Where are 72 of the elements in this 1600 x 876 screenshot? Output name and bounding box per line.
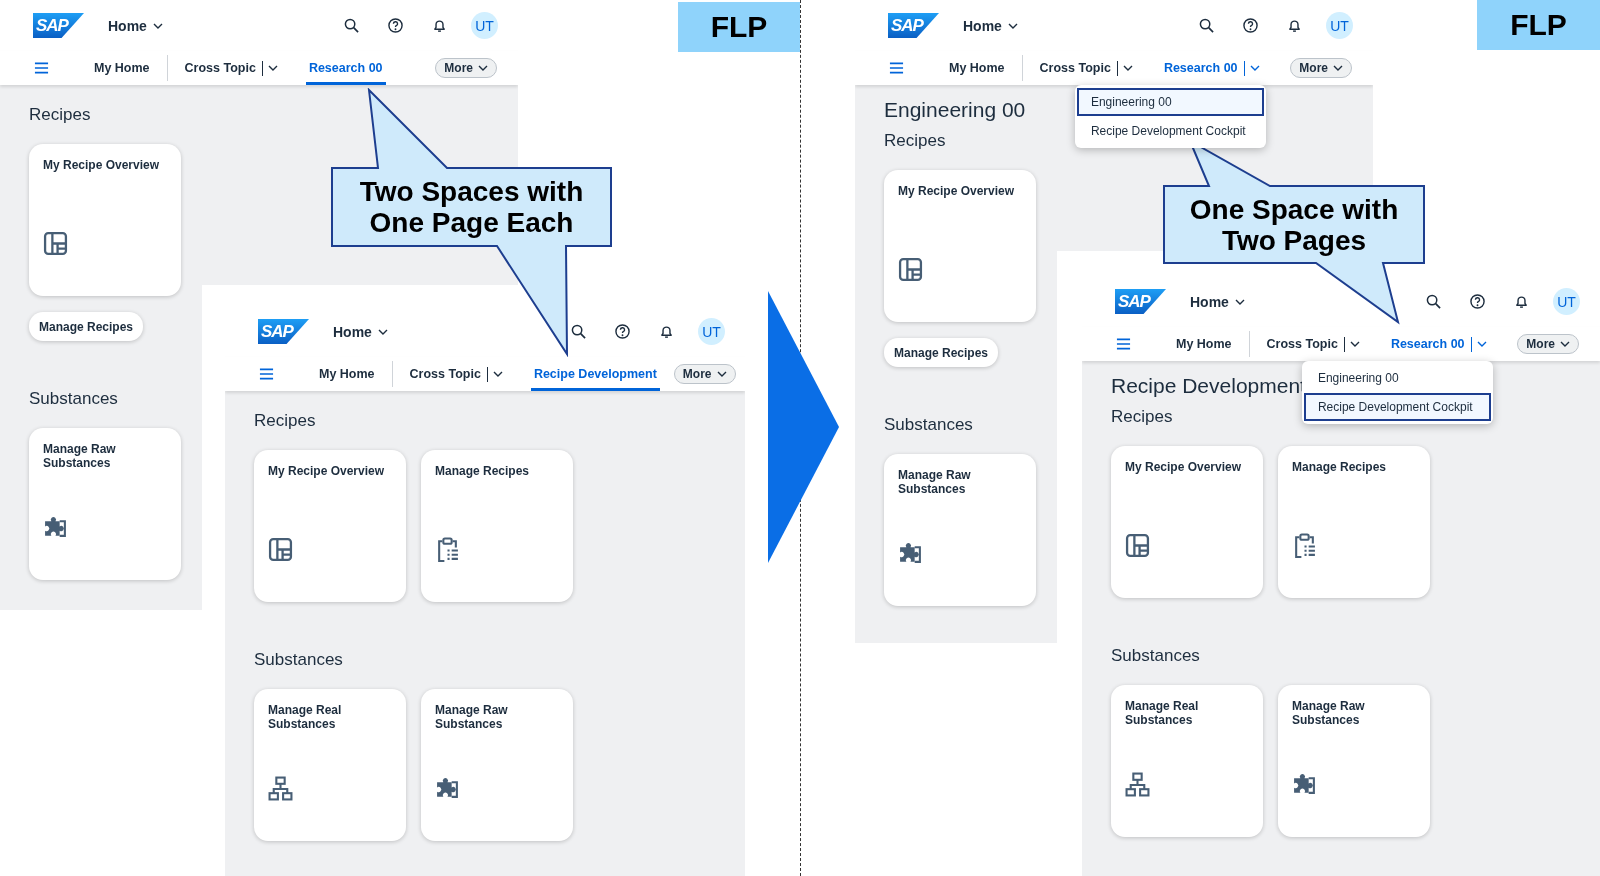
user-avatar[interactable]: UT — [471, 12, 498, 39]
page-title: Engineering 00 — [884, 98, 1026, 122]
tile-title: Manage Raw Substances — [435, 703, 509, 731]
tile-title: Manage Raw Substances — [1292, 699, 1366, 727]
page-title: Recipe Development — [1111, 374, 1306, 398]
menu-item[interactable]: Engineering 00 — [1303, 364, 1491, 392]
tab[interactable]: Research 00 — [1160, 51, 1241, 85]
app-tile[interactable]: Manage Raw Substances — [29, 428, 181, 580]
section-title: Substances — [1111, 645, 1200, 667]
tile-title: Manage Recipes — [1292, 460, 1388, 474]
tile-title: My Recipe Overview — [898, 184, 1016, 198]
tab[interactable]: Research 00 — [305, 51, 386, 85]
flp-label: FLP — [678, 2, 800, 52]
more-button[interactable]: More — [1517, 334, 1579, 354]
tab[interactable]: My Home — [1173, 327, 1235, 361]
section-title: Recipes — [254, 410, 316, 432]
home-menu-button[interactable]: Home — [108, 17, 163, 34]
callout-text: One Space with Two Pages — [1189, 193, 1399, 256]
more-button[interactable]: More — [435, 58, 497, 78]
app-link-tile[interactable]: Manage Recipes — [29, 312, 144, 341]
app-tile[interactable]: Manage Raw Substances — [421, 689, 573, 841]
tile-title: My Recipe Overview — [268, 464, 386, 478]
section-title: Recipes — [29, 104, 91, 126]
sap-logo: SAP — [888, 13, 939, 38]
more-button[interactable]: More — [673, 364, 736, 384]
user-avatar[interactable]: UT — [1553, 288, 1580, 315]
tab[interactable]: Recipe Development — [530, 357, 660, 391]
app-tile[interactable]: Manage Real Substances — [1111, 685, 1263, 837]
app-tile[interactable]: My Recipe Overview — [884, 170, 1036, 322]
menu-item[interactable]: Recipe Development Cockpit — [1303, 393, 1491, 421]
section-title: Recipes — [1111, 406, 1173, 428]
more-button[interactable]: More — [1290, 58, 1352, 78]
app-link-tile[interactable]: Manage Recipes — [884, 338, 999, 367]
menu-item[interactable]: Engineering 00 — [1076, 88, 1264, 116]
sap-logo: SAP — [1115, 289, 1166, 314]
tile-title: My Recipe Overview — [1125, 460, 1243, 474]
tab[interactable]: Cross Topic — [1263, 327, 1341, 361]
tab[interactable]: Cross Topic — [406, 357, 484, 391]
app-tile[interactable]: My Recipe Overview — [1111, 446, 1263, 598]
home-menu-button[interactable]: Home — [963, 17, 1018, 34]
section-title: Substances — [254, 649, 343, 671]
app-tile[interactable]: Manage Raw Substances — [884, 454, 1036, 606]
app-tile[interactable]: Manage Recipes — [1278, 446, 1430, 598]
tab[interactable]: My Home — [91, 51, 153, 85]
tile-title: My Recipe Overview — [43, 158, 161, 172]
app-tile[interactable]: My Recipe Overview — [29, 144, 181, 296]
app-tile[interactable]: Manage Recipes — [421, 450, 573, 602]
tab[interactable]: My Home — [316, 357, 378, 391]
tile-title: Manage Raw Substances — [43, 442, 117, 470]
callout-text: Two Spaces with One Page Each — [359, 176, 584, 238]
tile-title: Manage Real Substances — [268, 703, 343, 731]
flp-label: FLP — [1477, 0, 1600, 50]
sap-logo: SAP — [258, 319, 309, 344]
tile-title: Manage Recipes — [435, 464, 531, 478]
tab[interactable]: Research 00 — [1387, 327, 1468, 361]
app-tile[interactable]: My Recipe Overview — [254, 450, 406, 602]
tile-title: Manage Real Substances — [1125, 699, 1200, 727]
tab[interactable]: My Home — [946, 51, 1008, 85]
app-tile[interactable]: Manage Real Substances — [254, 689, 406, 841]
menu-item[interactable]: Recipe Development Cockpit — [1076, 117, 1264, 145]
tile-title: Manage Raw Substances — [898, 468, 972, 496]
section-title: Substances — [29, 388, 118, 410]
home-menu-button[interactable]: Home — [1190, 293, 1245, 310]
home-menu-button[interactable]: Home — [333, 323, 388, 340]
sap-logo: SAP — [33, 13, 84, 38]
tab[interactable]: Cross Topic — [181, 51, 259, 85]
section-title: Recipes — [884, 130, 946, 152]
tab[interactable]: Cross Topic — [1036, 51, 1114, 85]
user-avatar[interactable]: UT — [1326, 12, 1353, 39]
app-tile[interactable]: Manage Raw Substances — [1278, 685, 1430, 837]
user-avatar[interactable]: UT — [698, 318, 725, 345]
section-title: Substances — [884, 414, 973, 436]
